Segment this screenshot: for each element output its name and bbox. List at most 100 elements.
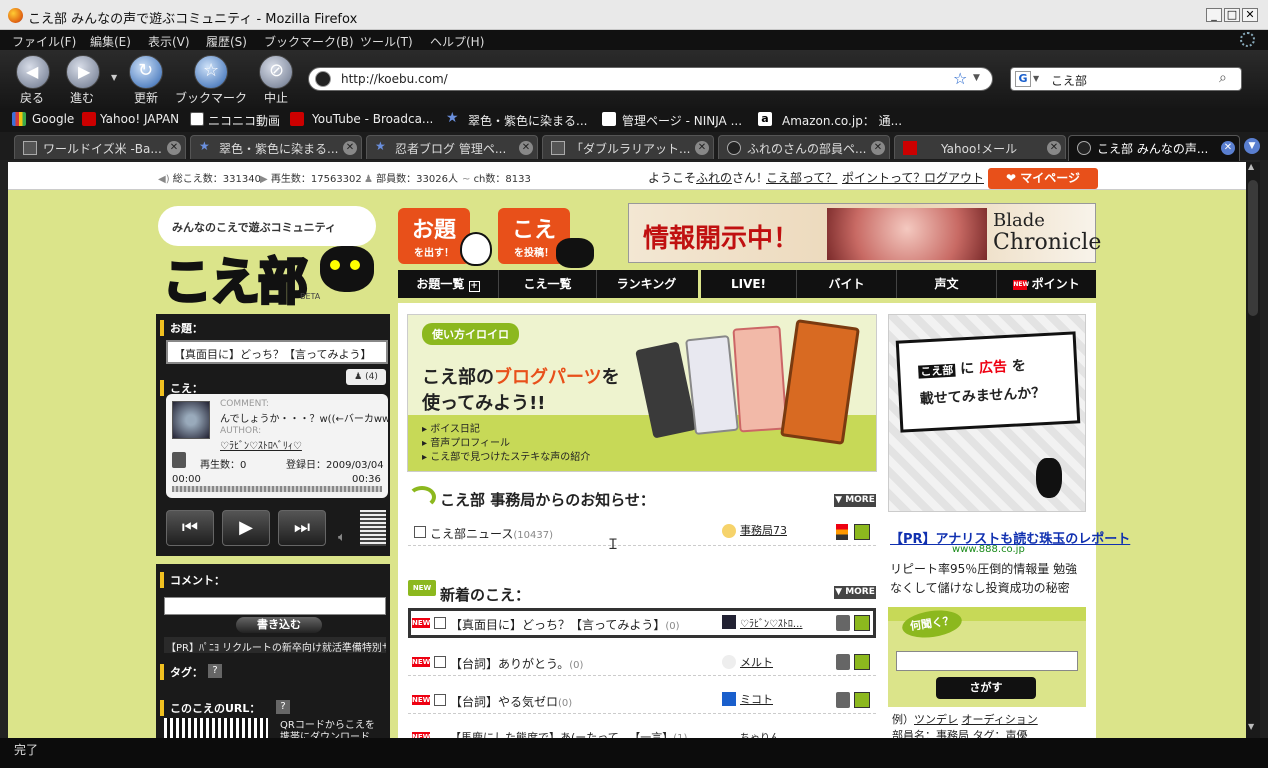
google-engine-icon[interactable]: G — [1015, 71, 1031, 87]
scroll-down-icon[interactable]: ▼ — [1248, 722, 1254, 731]
tab-close-icon[interactable]: ✕ — [871, 141, 885, 155]
nav-point[interactable]: NEW ポイント — [996, 270, 1096, 298]
news-item-title[interactable]: こえ部ニュース(10437) — [430, 525, 553, 542]
nav-odai-list[interactable]: お題一覧 + — [398, 270, 498, 298]
vertical-scrollbar[interactable]: ▲ ▼ — [1246, 162, 1260, 738]
tab-list-icon[interactable]: ▼ — [1244, 138, 1260, 154]
author-avatar[interactable] — [172, 401, 210, 439]
ad-banner[interactable]: 情報開示中！ Blade Chronicle — [628, 203, 1101, 263]
what-are-points-link[interactable]: ポイントって？ — [842, 169, 925, 186]
newkoe-more-button[interactable]: ▼ MORE — [834, 586, 876, 599]
site-logo[interactable]: こえ部 — [161, 242, 310, 314]
menu-help[interactable]: ヘルプ(H) — [430, 33, 484, 50]
tab-3[interactable]: ★ 忍者ブログ 管理ペ... ✕ — [366, 135, 538, 159]
koe-row-3-title[interactable]: 【台詞】やる気ゼロ(0) — [450, 693, 572, 710]
bookmark-ninja[interactable]: 管理ページ - NINJA ... — [622, 112, 742, 129]
bookmark-blog[interactable]: 翠色・紫色に染まる... — [468, 112, 587, 129]
volume-slider[interactable] — [360, 510, 386, 546]
bookmark-google[interactable]: Google — [32, 112, 74, 126]
scroll-up-icon[interactable]: ▲ — [1248, 162, 1254, 171]
koe-row-1-title[interactable]: 【真面目に】どっち？【言ってみよう】(0) — [450, 616, 680, 633]
tab-6[interactable]: Yahoo!メール ✕ — [894, 135, 1066, 159]
previous-button[interactable]: ⏮ — [166, 510, 214, 546]
engine-dropdown-icon[interactable]: ▼ — [1033, 74, 1039, 83]
progress-bar[interactable] — [172, 486, 382, 492]
news-more-button[interactable]: ▼ MORE — [834, 494, 876, 507]
nav-ranking[interactable]: ランキング — [596, 270, 696, 298]
search-input-text[interactable]: こえ部 — [1051, 72, 1087, 89]
menu-edit[interactable]: 編集(E) — [90, 33, 131, 50]
stop-button[interactable]: ⊘ — [259, 55, 293, 89]
download-link-icon[interactable] — [854, 654, 870, 670]
tab-close-icon[interactable]: ✕ — [343, 141, 357, 155]
bookmark-button[interactable]: ☆ — [194, 55, 228, 89]
pr-ad-domain[interactable]: www.888.co.jp — [952, 544, 1025, 555]
tab-close-icon[interactable]: ✕ — [519, 141, 533, 155]
download-link-icon[interactable] — [854, 524, 870, 540]
koe-row-3-user[interactable]: ミコト — [740, 691, 773, 707]
url-bar[interactable]: http://koebu.com/ ☆ ▼ — [308, 67, 993, 91]
tag-help-icon[interactable]: ? — [208, 664, 222, 678]
logout-link[interactable]: ログアウト — [924, 169, 984, 186]
tab-close-icon[interactable]: ✕ — [167, 141, 181, 155]
volume-icon[interactable]: 🔈︎ — [338, 530, 346, 545]
search-box[interactable]: G ▼ こえ部 ⌕ — [1010, 67, 1242, 91]
author-name-link[interactable]: ♡ﾗﾋﾞﾝ♡ｽﾄﾛﾍﾞﾘｨ♡ — [220, 437, 302, 452]
tab-2[interactable]: ★ 翠色・紫色に染まる... ✕ — [190, 135, 362, 159]
menu-history[interactable]: 履歴(S) — [206, 33, 247, 50]
pr-link-left[interactable]: 【PR】ﾊﾟﾆﾖ リクルートの新卒向け就活準備特別サ — [164, 637, 386, 653]
url-dropdown-icon[interactable]: ▼ — [973, 73, 980, 83]
nav-seibun[interactable]: 声文 — [896, 270, 996, 298]
what-is-koebu-link[interactable]: こえ部って？ — [766, 169, 837, 186]
blogparts-promo[interactable]: 使い方イロイロ こえ部のブログパーツを 使ってみよう!! ▸ ボイス日記 ▸ 音… — [407, 314, 877, 472]
ask-search-input[interactable] — [896, 651, 1078, 671]
url-text[interactable]: http://koebu.com/ — [341, 72, 448, 86]
tab-close-icon[interactable]: ✕ — [1047, 141, 1061, 155]
nav-live[interactable]: LIVE! — [698, 270, 796, 298]
bookmark-yahoo[interactable]: Yahoo! JAPAN — [100, 112, 179, 126]
back-button[interactable]: ◀ — [16, 55, 50, 89]
bookmark-amazon[interactable]: Amazon.co.jp： 通... — [782, 112, 902, 129]
current-odai-link[interactable]: 【真面目に】どっち？【言ってみよう】 — [166, 340, 388, 364]
write-comment-button[interactable]: 書き込む — [236, 617, 322, 633]
download-icon[interactable] — [172, 452, 186, 468]
menu-tools[interactable]: ツール(T) — [360, 33, 413, 50]
reload-button[interactable]: ↻ — [129, 55, 163, 89]
news-user-link[interactable]: 事務局73 — [740, 522, 787, 538]
koe-row-2-title[interactable]: 【台詞】ありがとう。(0) — [450, 655, 583, 672]
bookmark-nicovideo[interactable]: ニコニコ動画 — [208, 112, 280, 129]
forward-button[interactable]: ▶ — [66, 55, 100, 89]
bookmark-star-icon[interactable]: ☆ — [953, 69, 967, 88]
ask-search-button[interactable]: さがす — [936, 677, 1036, 699]
tab-close-icon[interactable]: ✕ — [1221, 141, 1235, 155]
url-help-icon[interactable]: ? — [276, 700, 290, 714]
koe-row-2-user[interactable]: メルト — [740, 654, 773, 670]
comment-input[interactable] — [164, 597, 386, 615]
tab-5[interactable]: ふれのさんの部員ペ... ✕ — [718, 135, 890, 159]
scroll-thumb[interactable] — [1248, 180, 1258, 316]
tab-4[interactable]: 「ダブルラリアット... ✕ — [542, 135, 714, 159]
tab-close-icon[interactable]: ✕ — [695, 141, 709, 155]
ask-example-tsundere[interactable]: ツンデレ — [914, 713, 958, 726]
download-link-icon[interactable] — [854, 692, 870, 708]
bookmark-youtube[interactable]: YouTube - Broadca... — [312, 112, 433, 126]
menu-bookmarks[interactable]: ブックマーク(B) — [264, 33, 354, 50]
search-icon[interactable]: ⌕ — [1219, 70, 1227, 86]
maximize-button[interactable]: □ — [1224, 8, 1240, 22]
tab-1[interactable]: ワールドイズ米 -Ba... ✕ — [14, 135, 186, 159]
koe-row-1-user[interactable]: ♡ﾗﾋﾞﾝ♡ｽﾄﾛ... — [740, 615, 802, 630]
welcome-user-link[interactable]: ふれの — [696, 171, 732, 185]
menu-file[interactable]: ファイル(F) — [12, 33, 76, 50]
history-dropdown-icon[interactable]: ▼ — [111, 73, 117, 82]
menu-view[interactable]: 表示(V) — [148, 33, 190, 50]
minimize-button[interactable]: _ — [1206, 8, 1222, 22]
close-button[interactable]: ✕ — [1242, 8, 1258, 22]
download-link-icon[interactable] — [854, 615, 870, 631]
mypage-button[interactable]: ❤ マイページ — [988, 168, 1098, 189]
nav-koe-list[interactable]: こえ一覧 — [498, 270, 596, 298]
next-button[interactable]: ⏭ — [278, 510, 326, 546]
play-button[interactable]: ▶ — [222, 510, 270, 546]
ask-example-audition[interactable]: オーディション — [962, 713, 1038, 726]
nav-byte[interactable]: バイト — [796, 270, 896, 298]
tab-7-active[interactable]: こえ部 みんなの声... ✕ — [1068, 135, 1240, 161]
